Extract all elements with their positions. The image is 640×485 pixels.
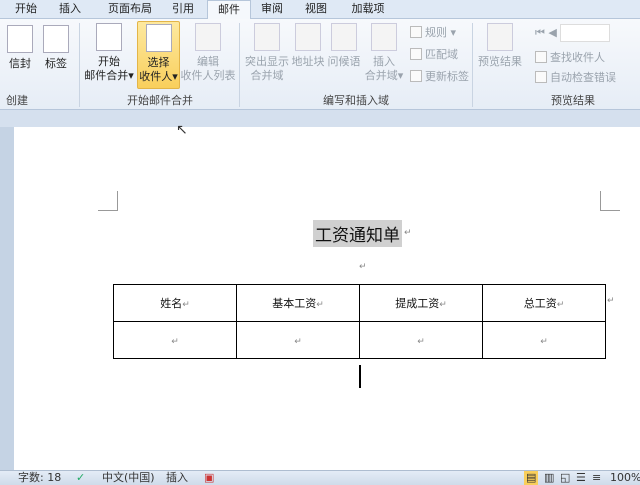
envelopes-button[interactable]: 信封	[4, 25, 36, 71]
full-screen-view-icon[interactable]: ▥	[544, 471, 554, 485]
group-label-preview: 预览结果	[551, 94, 595, 107]
draft-view-icon[interactable]: ≡	[592, 471, 601, 485]
proofing-icon[interactable]: ✓	[76, 471, 85, 485]
insert-field-icon	[371, 23, 397, 51]
update-labels-button[interactable]: 更新标签	[410, 70, 469, 84]
mouse-pointer-icon: ↖	[176, 122, 188, 138]
group-label-write-insert: 编写和插入域	[323, 94, 389, 107]
tab-mailings[interactable]: 邮件	[207, 0, 251, 20]
labels-icon	[43, 25, 69, 53]
match-fields-button[interactable]: 匹配域	[410, 48, 458, 62]
table-cell[interactable]: ↵	[113, 321, 237, 359]
preview-results-button[interactable]: 预览结果	[476, 23, 524, 69]
group-label-create: 创建	[6, 94, 28, 107]
table-header-cell[interactable]: 姓名↵	[113, 284, 237, 322]
record-number-input[interactable]	[560, 24, 611, 42]
status-bar: 字数: 18 ✓ 中文(中国) 插入 ▣ ▤ ▥ ◱ ☰ ≡ 100%	[0, 470, 640, 485]
match-fields-icon	[410, 48, 422, 60]
table-row: ↵ ↵ ↵ ↵	[113, 321, 606, 359]
table-header-cell[interactable]: 总工资↵	[482, 284, 606, 322]
ribbon-tabs: 开始 插入 页面布局 引用 邮件 审阅 视图 加载项	[0, 0, 640, 20]
address-block-button[interactable]: 地址块	[290, 23, 326, 69]
highlight-merge-fields-button[interactable]: 突出显示 合并域	[244, 23, 290, 83]
greeting-line-button[interactable]: 问候语	[326, 23, 362, 69]
document-icon	[96, 23, 122, 51]
previous-record-icon[interactable]: ◀	[548, 26, 556, 39]
tab-view[interactable]: 视图	[298, 0, 334, 19]
labels-button[interactable]: 标签	[40, 25, 72, 71]
check-errors-icon	[535, 71, 547, 83]
insert-merge-field-button[interactable]: 插入 合并域▾	[362, 23, 406, 83]
outline-view-icon[interactable]: ☰	[576, 471, 586, 485]
margin-corner	[600, 191, 620, 211]
rules-icon	[410, 26, 422, 38]
tab-references[interactable]: 引用	[165, 0, 201, 19]
first-record-icon[interactable]: ⏮	[535, 26, 545, 39]
document-title[interactable]: 工资通知单	[313, 220, 402, 247]
language-indicator[interactable]: 中文(中国)	[102, 471, 155, 485]
tab-addins[interactable]: 加载项	[346, 0, 390, 19]
envelope-icon	[7, 25, 33, 53]
margin-corner	[98, 191, 118, 211]
table-cell[interactable]: ↵	[359, 321, 483, 359]
table-header-cell[interactable]: 提成工资↵	[359, 284, 483, 322]
zoom-level[interactable]: 100%	[610, 471, 640, 485]
auto-check-errors-button[interactable]: 自动检查错误	[535, 71, 616, 85]
tab-insert[interactable]: 插入	[52, 0, 88, 19]
web-layout-view-icon[interactable]: ◱	[560, 471, 570, 485]
ribbon-bottom-bar	[0, 109, 640, 127]
insert-mode[interactable]: 插入	[166, 471, 188, 485]
update-labels-icon	[410, 70, 422, 82]
record-navigation[interactable]: ⏮ ◀	[535, 24, 611, 42]
edit-recipient-list-button[interactable]: 编辑 收件人列表	[180, 23, 236, 83]
start-mail-merge-button[interactable]: 开始 邮件合并▾	[84, 23, 134, 83]
table-header-cell[interactable]: 基本工资↵	[236, 284, 360, 322]
select-recipients-button[interactable]: 选择 收件人▾	[137, 21, 180, 89]
ribbon: 信封 标签 创建 开始 邮件合并▾ 选择 收件人▾ 编辑 收件人列表 开始邮件合并 突…	[0, 19, 640, 109]
rules-button[interactable]: 规则 ▾	[410, 26, 456, 40]
word-count[interactable]: 字数: 18	[18, 471, 61, 485]
macro-record-icon[interactable]: ▣	[204, 471, 214, 485]
vertical-ruler	[0, 127, 14, 470]
group-label-start-merge: 开始邮件合并	[127, 94, 193, 107]
text-cursor	[359, 365, 361, 388]
greeting-icon	[331, 23, 357, 51]
paragraph-mark: ↵	[359, 262, 367, 272]
recipients-icon	[145, 24, 172, 52]
find-recipient-button[interactable]: 查找收件人	[535, 51, 605, 65]
table-header-row: 姓名↵ 基本工资↵ 提成工资↵ 总工资↵	[113, 284, 606, 322]
print-layout-view-icon[interactable]: ▤	[524, 471, 539, 485]
address-block-icon	[295, 23, 321, 51]
table-cell[interactable]: ↵	[236, 321, 360, 359]
tab-page-layout[interactable]: 页面布局	[100, 0, 160, 19]
edit-list-icon	[195, 23, 221, 51]
magnifier-icon	[487, 23, 513, 51]
salary-table[interactable]: 姓名↵ 基本工资↵ 提成工资↵ 总工资↵ ↵ ↵ ↵ ↵	[113, 284, 606, 359]
paragraph-mark: ↵	[404, 228, 412, 238]
highlight-icon	[254, 23, 280, 51]
tab-home[interactable]: 开始	[8, 0, 44, 19]
tab-review[interactable]: 审阅	[254, 0, 290, 19]
row-end-mark: ↵	[607, 296, 615, 306]
table-cell[interactable]: ↵	[482, 321, 606, 359]
find-recipient-icon	[535, 51, 547, 63]
